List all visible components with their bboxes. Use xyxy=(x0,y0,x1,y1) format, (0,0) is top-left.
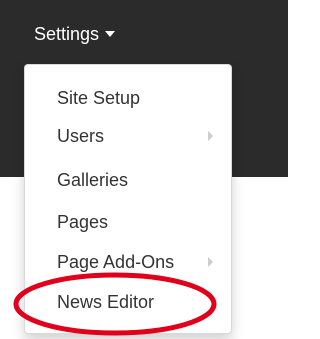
menu-item-label: News Editor xyxy=(57,291,155,312)
menu-item-label: Page Add-Ons xyxy=(57,251,175,272)
settings-dropdown-menu: Site Setup Users Galleries Pages Page Ad… xyxy=(24,64,232,334)
caret-down-icon xyxy=(105,31,116,37)
menu-item-pages[interactable]: Pages xyxy=(25,203,231,241)
menu-item-page-add-ons[interactable]: Page Add-Ons xyxy=(25,243,231,281)
menu-item-galleries[interactable]: Galleries xyxy=(25,161,231,199)
menu-item-news-editor[interactable]: News Editor xyxy=(25,283,231,321)
settings-dropdown-toggle[interactable]: Settings xyxy=(34,20,116,48)
menu-item-site-setup[interactable]: Site Setup xyxy=(25,79,231,117)
menu-item-users[interactable]: Users xyxy=(25,117,231,155)
menu-item-label: Galleries xyxy=(57,169,129,190)
menu-item-label: Pages xyxy=(57,211,109,232)
chevron-right-icon xyxy=(208,257,213,267)
menu-item-label: Site Setup xyxy=(57,87,141,108)
chevron-right-icon xyxy=(208,131,213,141)
settings-label: Settings xyxy=(34,23,100,44)
menu-item-label: Users xyxy=(57,125,105,146)
